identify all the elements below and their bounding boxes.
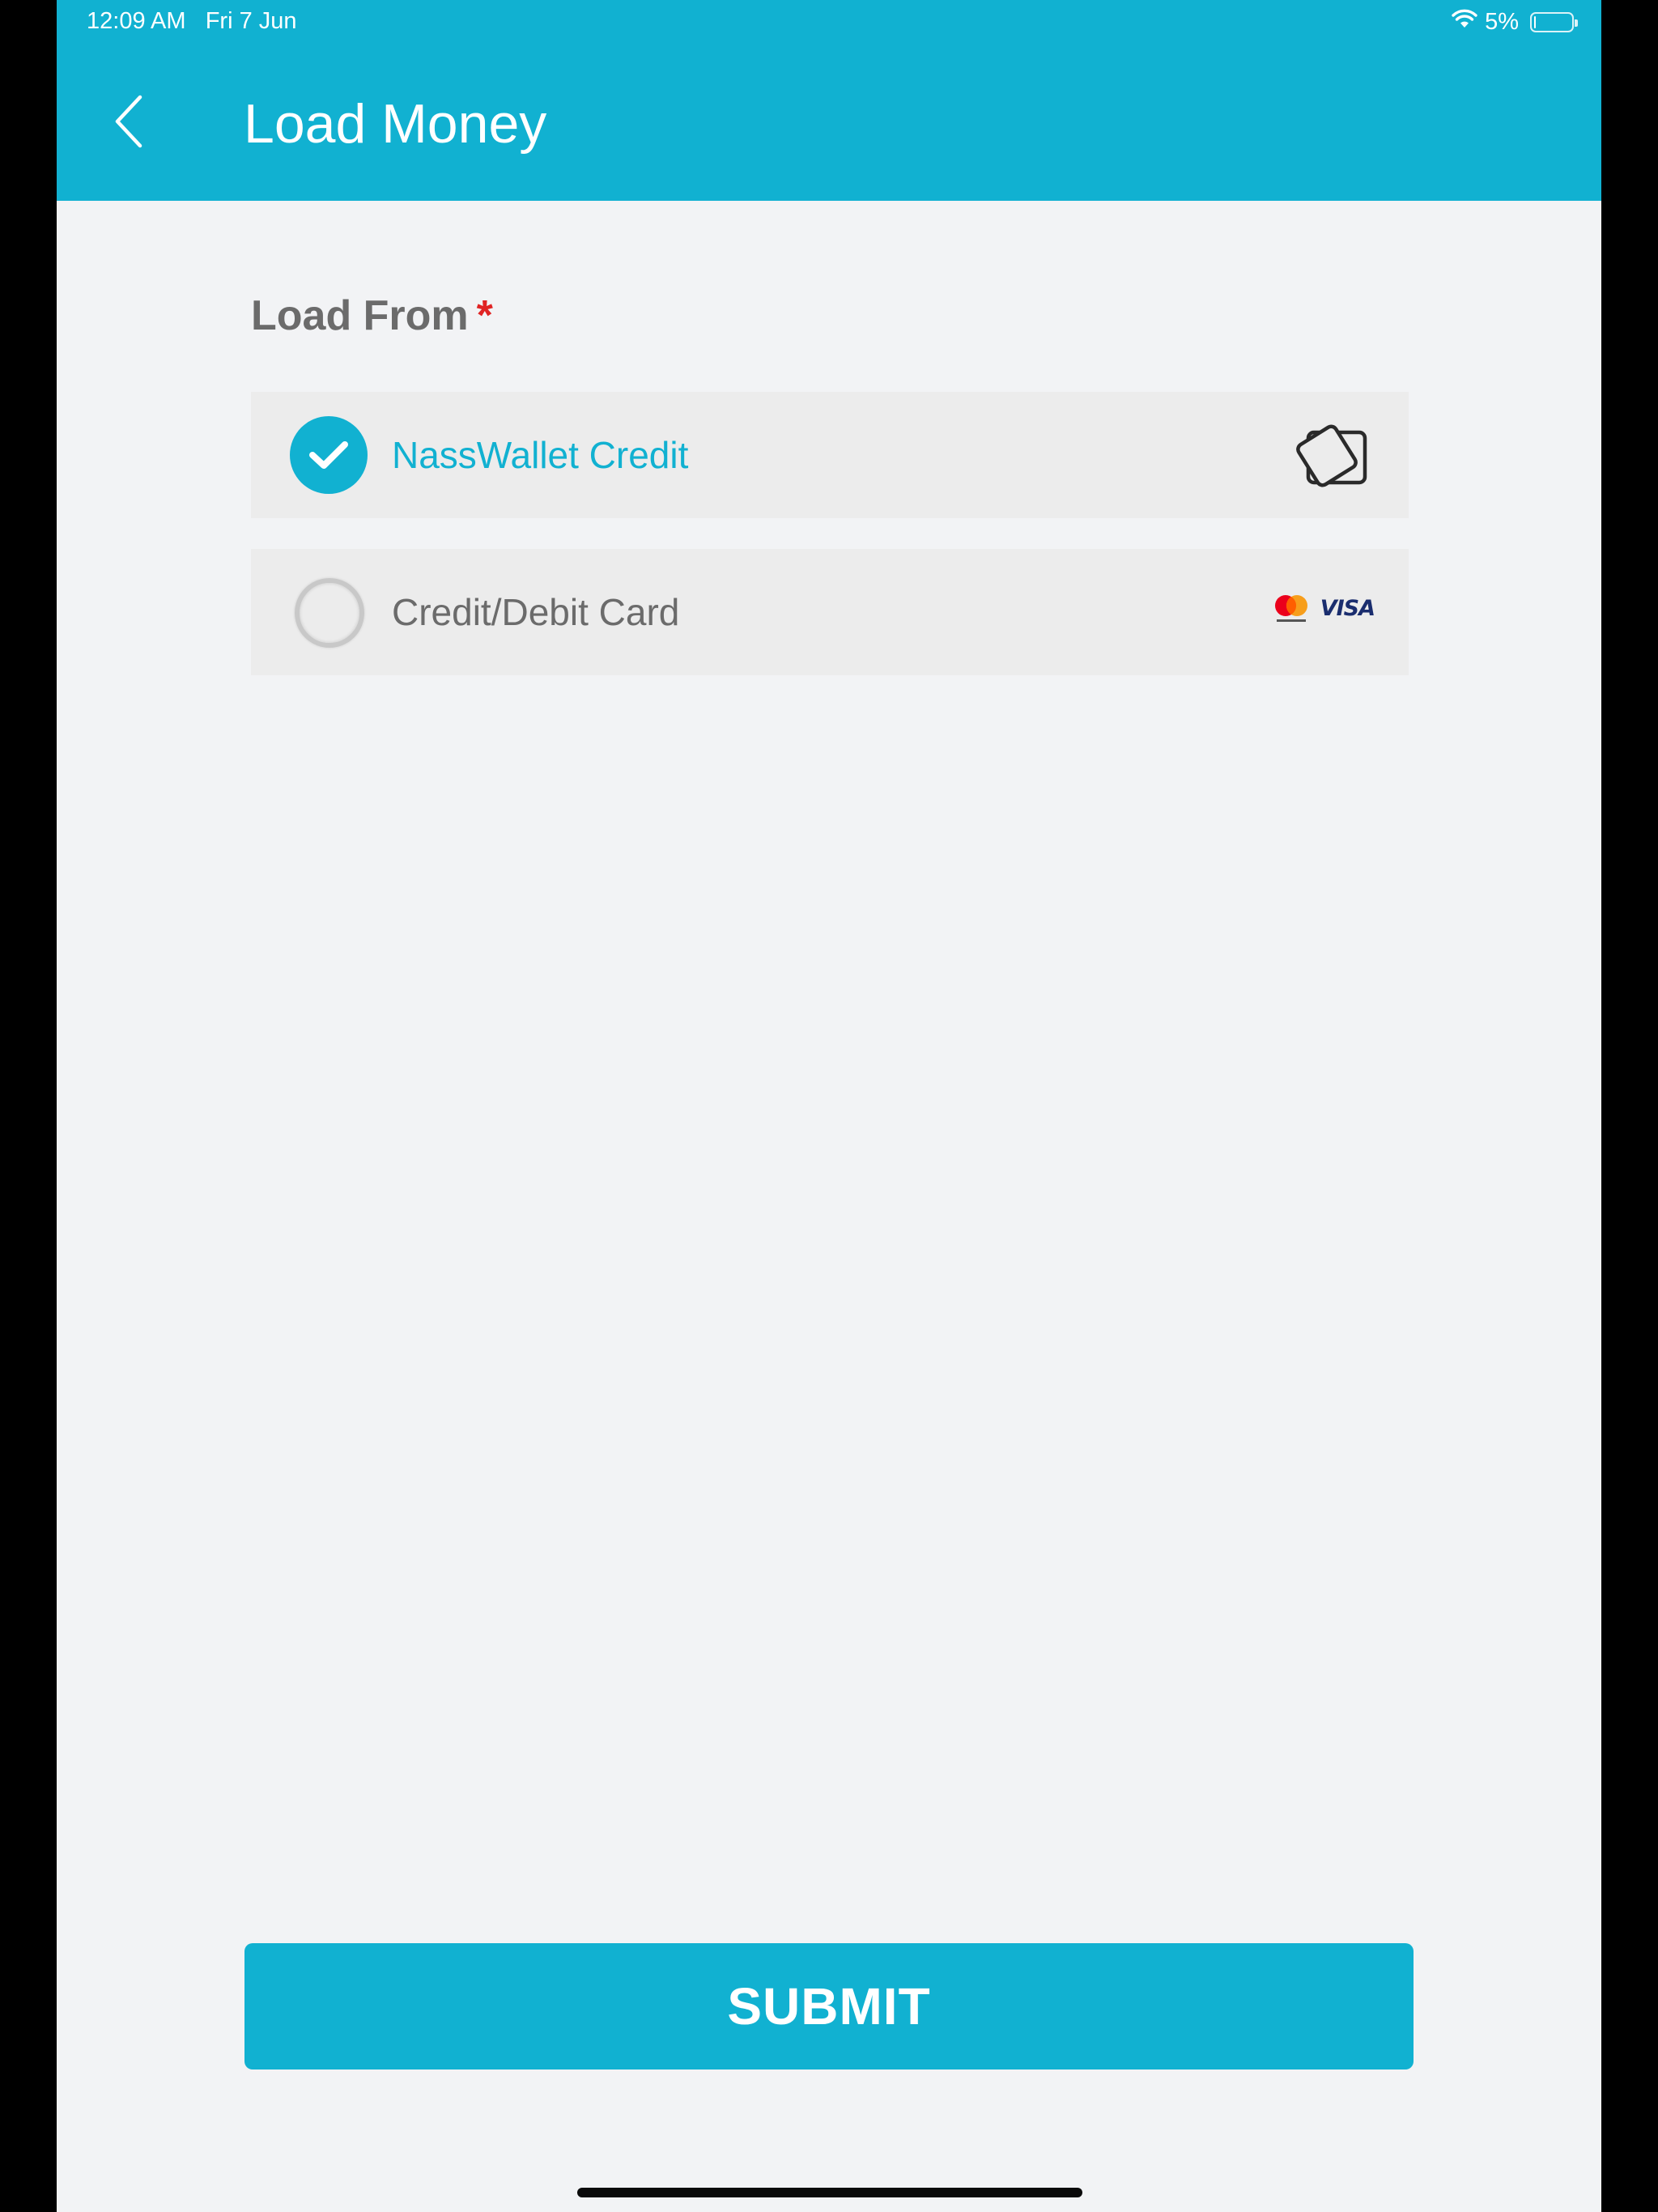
load-from-text: Load From: [251, 292, 469, 339]
radio-unchecked-icon[interactable]: [295, 578, 364, 648]
battery-tip: [1575, 19, 1578, 27]
status-bar-indicators: 5%: [1451, 6, 1578, 37]
checkmark-icon: [309, 441, 348, 469]
wifi-icon: [1451, 8, 1478, 36]
battery-percent: 5%: [1485, 8, 1519, 35]
radio-checked-icon[interactable]: [290, 416, 368, 494]
option-nasswallet-credit[interactable]: NassWallet Credit: [251, 392, 1409, 518]
visa-logo-icon: VISA: [1320, 595, 1375, 621]
load-money-screen: 12:09 AM Fri 7 Jun 5% Load Money Load Fr…: [57, 0, 1601, 2212]
app-header: 12:09 AM Fri 7 Jun 5% Load Money: [57, 0, 1601, 201]
battery-level-fill: [1534, 15, 1536, 28]
chevron-left-icon: [115, 95, 142, 148]
required-asterisk: *: [476, 292, 493, 339]
battery-icon: [1530, 11, 1578, 32]
status-time: 12:09 AM: [87, 8, 186, 34]
status-bar-time: 12:09 AM Fri 7 Jun: [87, 8, 297, 35]
back-button[interactable]: [101, 83, 158, 160]
submit-button[interactable]: SUBMIT: [244, 1943, 1414, 2069]
home-indicator[interactable]: [577, 2188, 1082, 2197]
mastercard-logo-icon: [1274, 595, 1307, 622]
option-label-card: Credit/Debit Card: [392, 591, 680, 633]
status-date: Fri 7 Jun: [205, 8, 297, 34]
card-brand-logos: VISA: [1272, 592, 1375, 624]
option-credit-debit-card[interactable]: Credit/Debit Card VISA: [251, 549, 1409, 675]
load-from-label: Load From *: [251, 291, 493, 340]
page-title: Load Money: [244, 93, 547, 155]
option-label-nasswallet: NassWallet Credit: [392, 434, 689, 476]
wallet-cards-icon: [1292, 423, 1373, 489]
